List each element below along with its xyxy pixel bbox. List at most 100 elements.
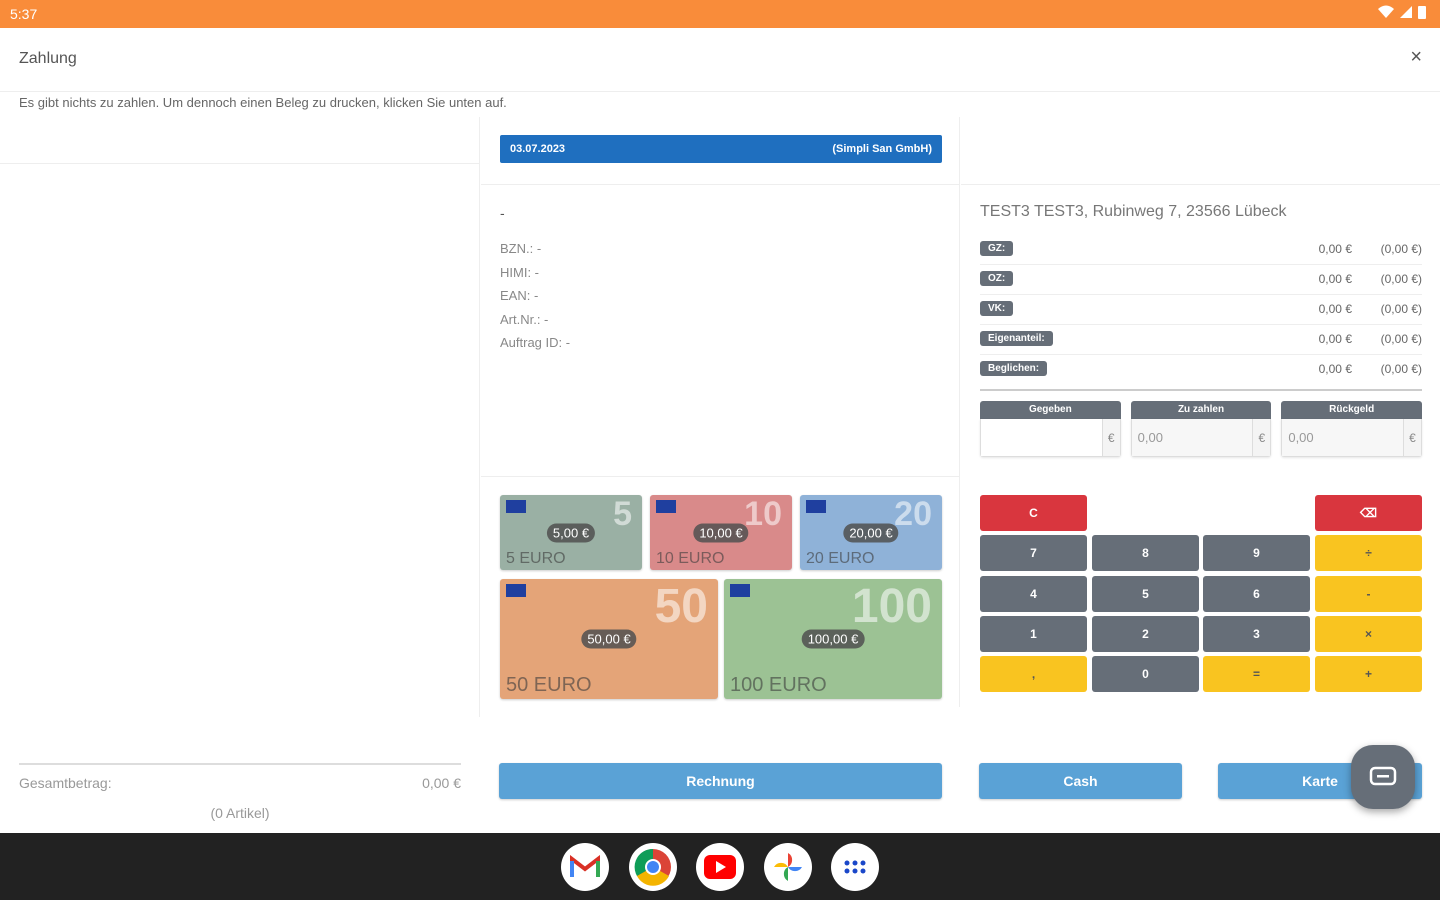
- given-label: Gegeben: [980, 401, 1121, 419]
- status-bar: 5:37: [0, 0, 1440, 28]
- chat-icon: [1369, 766, 1397, 786]
- keypad: C ⌫ 7 8 9 ÷ 4 5 6 - 1 2 3 × , 0 = +: [980, 495, 1422, 693]
- banknote-10-label: 10 EURO: [656, 550, 725, 567]
- chrome-icon[interactable]: [629, 843, 677, 891]
- field-ean: EAN: -: [500, 288, 539, 303]
- banknote-20-numeral: 20: [894, 495, 932, 533]
- receipt-panel: 03.07.2023 (Simpli San GmbH) - BZN.: - H…: [481, 117, 960, 707]
- cash-button[interactable]: Cash: [979, 763, 1182, 799]
- totals: Gesamtbetrag: 0,00 € (0 Artikel): [19, 763, 461, 821]
- summary-row-beglichen: Beglichen: 0,00 € (0,00 €): [980, 355, 1422, 385]
- summary-paren-value: (0,00 €): [1380, 242, 1422, 256]
- dialog-header: Zahlung ×: [0, 28, 1440, 92]
- close-icon[interactable]: ×: [1410, 46, 1422, 69]
- wifi-icon: [1378, 5, 1394, 18]
- summary-value: 0,00 €: [1318, 272, 1352, 286]
- eu-flag-icon: [806, 500, 826, 513]
- divider: [0, 163, 480, 164]
- banknote-20-amount: 20,00 €: [843, 523, 899, 542]
- banknote-50-amount: 50,00 €: [581, 629, 637, 649]
- summary-paren-value: (0,00 €): [1380, 362, 1422, 376]
- banknote-50-numeral: 50: [654, 580, 708, 633]
- topay-field: [1131, 419, 1253, 456]
- banknote-100[interactable]: 100 100 EURO 100,00 €: [724, 579, 942, 699]
- summary-row-eigenanteil: Eigenanteil: 0,00 € (0,00 €): [980, 325, 1422, 355]
- divider: [961, 184, 1440, 185]
- key-comma[interactable]: ,: [980, 656, 1087, 692]
- status-time: 5:37: [10, 6, 38, 22]
- banknote-5-label: 5 EURO: [506, 550, 566, 567]
- banknote-10[interactable]: 10 10 EURO 10,00 €: [650, 495, 792, 570]
- summary-row-gz: GZ: 0,00 € (0,00 €): [980, 235, 1422, 265]
- topay-box: Zu zahlen €: [1130, 401, 1272, 457]
- summary-label: VK:: [980, 301, 1014, 316]
- banknote-20[interactable]: 20 20 EURO 20,00 €: [800, 495, 942, 570]
- key-6[interactable]: 6: [1203, 576, 1310, 612]
- summary-row-oz: OZ: 0,00 € (0,00 €): [980, 265, 1422, 295]
- summary-label: Eigenanteil:: [980, 331, 1053, 346]
- receipt-date-bar: 03.07.2023 (Simpli San GmbH): [500, 135, 942, 163]
- eu-flag-icon: [506, 500, 526, 513]
- summary-paren-value: (0,00 €): [1380, 332, 1422, 346]
- banknote-100-label: 100 EURO: [730, 674, 827, 696]
- currency-symbol: €: [1101, 419, 1120, 456]
- key-5[interactable]: 5: [1092, 576, 1199, 612]
- field-auftrag-id: Auftrag ID: -: [500, 335, 571, 350]
- key-3[interactable]: 3: [1203, 616, 1310, 652]
- invoice-button[interactable]: Rechnung: [499, 763, 942, 799]
- topay-label: Zu zahlen: [1130, 401, 1272, 419]
- key-equals[interactable]: =: [1203, 656, 1310, 692]
- summary-paren-value: (0,00 €): [1380, 302, 1422, 316]
- summary-value: 0,00 €: [1318, 242, 1352, 256]
- key-9[interactable]: 9: [1203, 535, 1310, 571]
- key-1[interactable]: 1: [980, 616, 1087, 652]
- youtube-icon[interactable]: [696, 843, 744, 891]
- given-box: Gegeben €: [980, 401, 1121, 457]
- field-art-nr: Art.Nr.: -: [500, 311, 549, 327]
- currency-symbol: €: [1252, 419, 1271, 456]
- key-4[interactable]: 4: [980, 576, 1087, 612]
- divider: [980, 389, 1422, 391]
- key-2[interactable]: 2: [1092, 616, 1199, 652]
- banknote-50-label: 50 EURO: [506, 674, 592, 696]
- battery-icon: [1418, 6, 1426, 19]
- key-8[interactable]: 8: [1092, 535, 1199, 571]
- summary-value: 0,00 €: [1318, 362, 1352, 376]
- banknote-50[interactable]: 50 50 EURO 50,00 €: [500, 579, 718, 699]
- summary-row-vk: VK: 0,00 € (0,00 €): [980, 295, 1422, 325]
- summary-paren-value: (0,00 €): [1380, 272, 1422, 286]
- given-input[interactable]: [981, 419, 1102, 456]
- key-plus[interactable]: +: [1315, 656, 1422, 692]
- gmail-icon[interactable]: [561, 843, 609, 891]
- divider: [481, 184, 960, 185]
- key-multiply[interactable]: ×: [1315, 616, 1422, 652]
- currency-symbol: €: [1403, 419, 1422, 456]
- banknote-10-numeral: 10: [744, 495, 782, 533]
- receipt-info: BZN.: - HIMI: - EAN: - Art.Nr.: - Auftra…: [500, 237, 570, 355]
- key-7[interactable]: 7: [980, 535, 1087, 571]
- total-value: 0,00 €: [422, 775, 461, 791]
- eu-flag-icon: [656, 500, 676, 513]
- customer-address: TEST3 TEST3, Rubinweg 7, 23566 Lübeck: [980, 203, 1287, 220]
- chat-button[interactable]: [1351, 745, 1415, 809]
- photos-icon[interactable]: [764, 843, 812, 891]
- key-0[interactable]: 0: [1092, 656, 1199, 692]
- signal-icon: [1400, 6, 1412, 18]
- backspace-button[interactable]: ⌫: [1315, 495, 1422, 531]
- banknote-5[interactable]: 5 5 EURO 5,00 €: [500, 495, 642, 570]
- summary-value: 0,00 €: [1318, 302, 1352, 316]
- taskbar: [0, 833, 1440, 900]
- summary-list: GZ: 0,00 € (0,00 €) OZ: 0,00 € (0,00 €) …: [980, 235, 1422, 385]
- clear-button[interactable]: C: [980, 495, 1087, 531]
- eu-flag-icon: [506, 584, 526, 597]
- key-minus[interactable]: -: [1315, 576, 1422, 612]
- summary-label: Beglichen:: [980, 361, 1048, 376]
- field-bzn: BZN.: -: [500, 241, 542, 256]
- notice-text: Es gibt nichts zu zahlen. Um dennoch ein…: [19, 95, 507, 110]
- payment-panel: TEST3 TEST3, Rubinweg 7, 23566 Lübeck GZ…: [961, 117, 1440, 707]
- cart-panel: [0, 117, 480, 717]
- summary-label: GZ:: [980, 241, 1014, 256]
- dialog-title: Zahlung: [19, 50, 77, 67]
- app-drawer-icon[interactable]: [831, 843, 879, 891]
- key-divide[interactable]: ÷: [1315, 535, 1422, 571]
